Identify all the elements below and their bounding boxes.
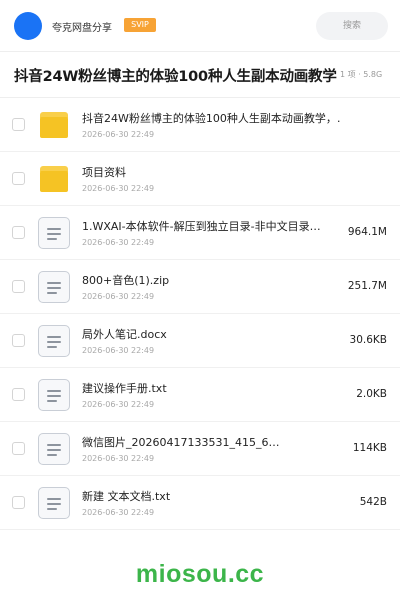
sharer-name: 夸克网盘分享	[52, 23, 112, 34]
file-date: 2026-06-30 22:49	[82, 292, 155, 301]
file-row[interactable]: 1.WXAI-本体软件-解压到独立目录-非中文目录… 2026-06-30 22…	[0, 206, 400, 260]
file-name: 局外人笔记.docx	[82, 328, 167, 341]
document-icon	[38, 217, 70, 249]
file-row[interactable]: 800+音色(1).zip 2026-06-30 22:49 251.7M	[0, 260, 400, 314]
file-name: 项目资料	[82, 166, 126, 179]
file-date: 2026-06-30 22:49	[82, 346, 155, 355]
avatar[interactable]	[14, 12, 42, 40]
document-icon	[38, 487, 70, 519]
share-title-bar: 抖音24W粉丝博主的体验100种人生副本动画教学 1 项 · 5.8G	[0, 52, 400, 98]
row-checkbox[interactable]	[12, 118, 25, 131]
file-row[interactable]: 新建 文本文档.txt 2026-06-30 22:49 542B	[0, 476, 400, 530]
file-date: 2026-06-30 22:49	[82, 130, 155, 139]
file-name: 抖音24W粉丝博主的体验100种人生副本动画教学，…	[82, 112, 340, 125]
share-header: 夸克网盘分享 SVIP 搜索	[0, 0, 400, 52]
file-size: 114KB	[352, 442, 387, 454]
folder-icon	[40, 112, 68, 138]
page-title: 抖音24W粉丝博主的体验100种人生副本动画教学	[14, 69, 337, 85]
file-size: 2.0KB	[356, 388, 387, 400]
watermark: miosou.cc	[135, 560, 265, 588]
svip-badge: SVIP	[124, 18, 156, 32]
share-meta: 1 项 · 5.8G	[340, 70, 383, 79]
row-checkbox[interactable]	[12, 280, 25, 293]
file-size: 964.1M	[347, 226, 387, 238]
file-name: 新建 文本文档.txt	[82, 490, 171, 503]
file-date: 2026-06-30 22:49	[82, 508, 155, 517]
folder-icon	[40, 166, 68, 192]
file-date: 2026-06-30 22:49	[82, 238, 155, 247]
row-checkbox[interactable]	[12, 442, 25, 455]
row-checkbox[interactable]	[12, 334, 25, 347]
file-name: 1.WXAI-本体软件-解压到独立目录-非中文目录…	[82, 220, 321, 233]
row-checkbox[interactable]	[12, 496, 25, 509]
file-size: 542B	[359, 496, 387, 508]
file-name: 建议操作手册.txt	[82, 382, 167, 395]
document-icon	[38, 433, 70, 465]
file-row[interactable]: 微信图片_20260417133531_415_6… 2026-06-30 22…	[0, 422, 400, 476]
file-size: 30.6KB	[349, 334, 387, 346]
file-row[interactable]: 抖音24W粉丝博主的体验100种人生副本动画教学，… 2026-06-30 22…	[0, 98, 400, 152]
row-checkbox[interactable]	[12, 388, 25, 401]
document-icon	[38, 379, 70, 411]
row-checkbox[interactable]	[12, 226, 25, 239]
file-row[interactable]: 项目资料 2026-06-30 22:49	[0, 152, 400, 206]
row-checkbox[interactable]	[12, 172, 25, 185]
file-date: 2026-06-30 22:49	[82, 454, 155, 463]
file-name: 800+音色(1).zip	[82, 274, 170, 287]
file-name: 微信图片_20260417133531_415_6…	[82, 436, 280, 449]
document-icon	[38, 325, 70, 357]
document-icon	[38, 271, 70, 303]
file-date: 2026-06-30 22:49	[82, 400, 155, 409]
file-size: 251.7M	[347, 280, 387, 292]
file-row[interactable]: 局外人笔记.docx 2026-06-30 22:49 30.6KB	[0, 314, 400, 368]
search-input[interactable]: 搜索	[316, 12, 388, 40]
file-date: 2026-06-30 22:49	[82, 184, 155, 193]
file-row[interactable]: 建议操作手册.txt 2026-06-30 22:49 2.0KB	[0, 368, 400, 422]
